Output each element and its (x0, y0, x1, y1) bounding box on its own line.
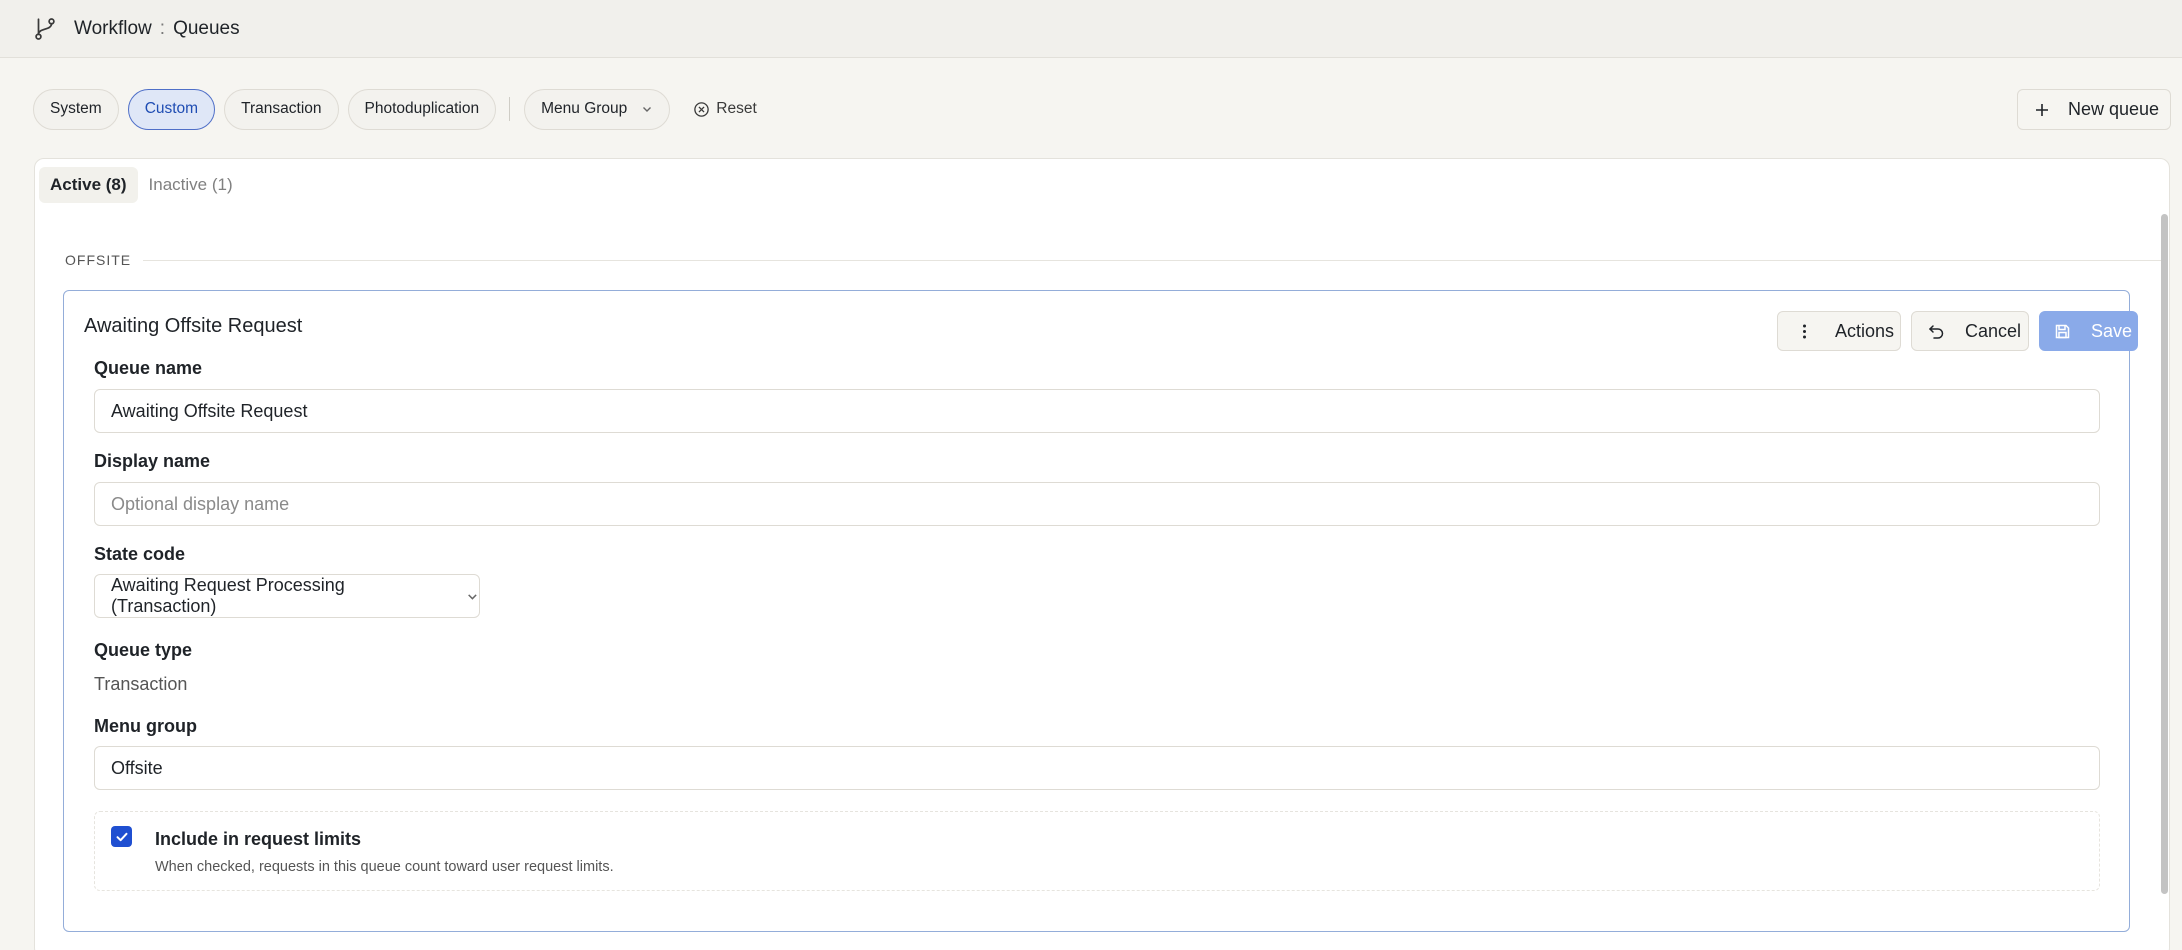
tab-active[interactable]: Active (8) (39, 167, 138, 203)
state-code-value: Awaiting Request Processing (Transaction… (111, 575, 345, 616)
queue-name-label: Queue name (94, 358, 203, 378)
queue-type-value: Transaction (94, 674, 188, 694)
queue-edit-card: Awaiting Offsite Request Actions Cancel … (63, 290, 2138, 932)
new-queue-button[interactable]: New queue (2017, 89, 2171, 130)
breadcrumb-separator: : (159, 17, 166, 39)
new-queue-label: New queue (2068, 99, 2160, 119)
tab-inactive[interactable]: Inactive (1) (138, 167, 244, 203)
display-name-label: Display name (94, 451, 211, 471)
breadcrumb: Workflow : Queues (74, 18, 240, 40)
save-button[interactable]: Save (2039, 311, 2138, 351)
actions-button[interactable]: Actions (1777, 311, 1901, 351)
filter-chip-system[interactable]: System (33, 88, 119, 130)
card-title: Awaiting Offsite Request (84, 315, 303, 337)
plus-icon (2036, 103, 2048, 116)
top-bar: Workflow : Queues (0, 0, 2182, 58)
filter-bar: System Custom Transaction Photoduplicati… (33, 88, 757, 130)
undo-icon (1928, 324, 1944, 339)
queue-type-label: Queue type (94, 640, 193, 660)
section-header: OFFSITE (65, 252, 2163, 268)
reset-button[interactable]: Reset (693, 100, 757, 118)
chevron-down-icon (643, 107, 652, 112)
reset-label: Reset (716, 100, 757, 117)
filter-chip-photoduplication[interactable]: Photoduplication (347, 88, 497, 130)
request-limits-label[interactable]: Include in request limits (155, 829, 361, 850)
menu-group-dropdown[interactable]: Menu Group (524, 88, 671, 130)
save-label: Save (2091, 320, 2133, 341)
breadcrumb-page: Queues (173, 17, 240, 39)
request-limits-help: When checked, requests in this queue cou… (155, 859, 614, 875)
breadcrumb-section[interactable]: Workflow (74, 18, 152, 40)
cancel-button[interactable]: Cancel (1911, 311, 2029, 351)
filter-chip-custom[interactable]: Custom (127, 88, 216, 130)
section-title: OFFSITE (65, 252, 132, 268)
cancel-label: Cancel (1965, 320, 2022, 341)
close-circle-icon (694, 101, 710, 117)
actions-label: Actions (1835, 320, 1895, 341)
queues-panel: Active (8) Inactive (1) OFFSITE Awaiting… (34, 158, 2170, 950)
save-icon (2055, 324, 2070, 338)
menu-group-field-label: Menu group (94, 716, 197, 736)
menu-group-input[interactable] (94, 746, 2100, 790)
queue-name-input[interactable] (94, 389, 2100, 433)
state-code-select[interactable]: Awaiting Request Processing (Transaction… (94, 574, 480, 618)
chevron-down-icon (468, 593, 477, 600)
scrollbar-thumb[interactable] (2161, 214, 2168, 894)
section-divider (143, 259, 2163, 261)
git-branch-icon (35, 17, 55, 40)
menu-group-label: Menu Group (541, 100, 628, 117)
filter-divider (509, 97, 511, 121)
filter-chip-transaction[interactable]: Transaction (224, 88, 339, 130)
more-vertical-icon (1803, 324, 1806, 338)
check-icon (116, 832, 127, 841)
request-limits-option: Include in request limits When checked, … (94, 811, 2100, 891)
status-tabs: Active (8) Inactive (1) (35, 159, 244, 203)
display-name-input[interactable] (94, 482, 2100, 526)
request-limits-checkbox[interactable] (111, 826, 132, 847)
state-code-label: State code (94, 544, 186, 564)
